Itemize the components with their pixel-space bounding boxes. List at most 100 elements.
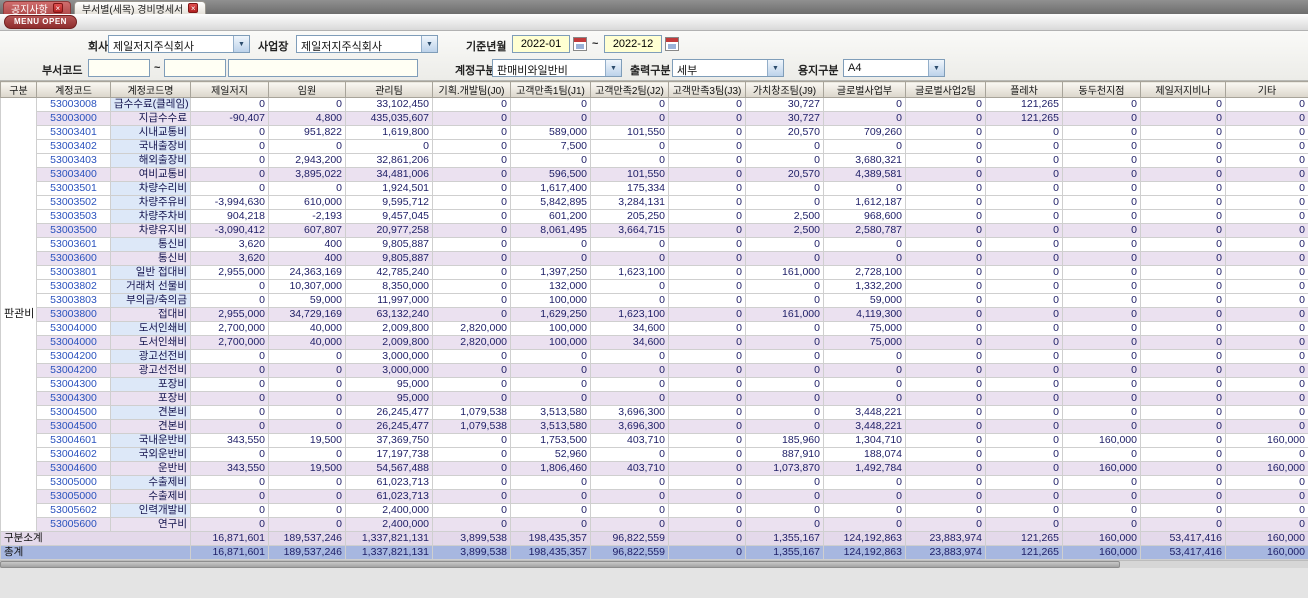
- value-cell[interactable]: 10,307,000: [268, 279, 346, 294]
- account-code-cell[interactable]: 53003500: [36, 223, 111, 238]
- account-name-cell[interactable]: 차량유지비: [110, 223, 191, 238]
- value-cell[interactable]: 3,284,131: [590, 195, 669, 210]
- value-cell[interactable]: 0: [432, 111, 511, 126]
- table-row[interactable]: 53004300 포장비 0 0 95,000 0 0 0 0 0 0 0 0 0 0 0: [1, 391, 1308, 406]
- value-cell[interactable]: 3,664,715: [590, 223, 669, 238]
- value-cell[interactable]: 0: [1140, 237, 1226, 252]
- value-cell[interactable]: 0: [823, 111, 906, 126]
- value-cell[interactable]: -2,193: [268, 209, 346, 224]
- value-cell[interactable]: 0: [668, 97, 746, 112]
- value-cell[interactable]: 0: [823, 489, 906, 504]
- value-cell[interactable]: 100,000: [510, 335, 591, 350]
- value-cell[interactable]: 0: [1225, 321, 1308, 336]
- value-cell[interactable]: 0: [1225, 223, 1308, 238]
- value-cell[interactable]: 0: [268, 475, 346, 490]
- value-cell[interactable]: 0: [510, 489, 591, 504]
- value-cell[interactable]: 0: [985, 195, 1063, 210]
- value-cell[interactable]: 0: [190, 139, 269, 154]
- value-cell[interactable]: 3,448,221: [823, 419, 906, 434]
- value-cell[interactable]: 0: [590, 517, 669, 532]
- value-cell[interactable]: 9,595,712: [345, 195, 433, 210]
- value-cell[interactable]: 0: [1062, 307, 1141, 322]
- value-cell[interactable]: 0: [190, 363, 269, 378]
- value-cell[interactable]: 0: [1062, 335, 1141, 350]
- value-cell[interactable]: 189,537,246: [268, 545, 346, 560]
- value-cell[interactable]: 0: [823, 181, 906, 196]
- account-name-cell[interactable]: 연구비: [110, 517, 191, 532]
- close-icon[interactable]: ×: [188, 3, 199, 13]
- value-cell[interactable]: 0: [985, 447, 1063, 462]
- period-to-input[interactable]: [604, 35, 662, 53]
- value-cell[interactable]: 0: [745, 293, 824, 308]
- account-code-cell[interactable]: 53003600: [36, 251, 111, 266]
- value-cell[interactable]: 0: [745, 153, 824, 168]
- value-cell[interactable]: 0: [590, 503, 669, 518]
- value-cell[interactable]: 0: [1062, 489, 1141, 504]
- value-cell[interactable]: 32,861,206: [345, 153, 433, 168]
- account-code-cell[interactable]: 53005000: [36, 475, 111, 490]
- value-cell[interactable]: 4,119,300: [823, 307, 906, 322]
- account-code-cell[interactable]: 53003008: [36, 97, 111, 112]
- account-code-cell[interactable]: 53003501: [36, 181, 111, 196]
- value-cell[interactable]: 0: [268, 419, 346, 434]
- column-header[interactable]: 제일저지비나: [1140, 81, 1226, 98]
- value-cell[interactable]: 0: [268, 349, 346, 364]
- value-cell[interactable]: 0: [905, 111, 986, 126]
- value-cell[interactable]: 0: [432, 433, 511, 448]
- value-cell[interactable]: 0: [432, 237, 511, 252]
- value-cell[interactable]: 0: [1062, 363, 1141, 378]
- table-row[interactable]: 53003402 국내출장비 0 0 0 0 7,500 0 0 0 0 0 0 0 0 0: [1, 139, 1308, 154]
- value-cell[interactable]: 0: [1225, 503, 1308, 518]
- value-cell[interactable]: 607,807: [268, 223, 346, 238]
- value-cell[interactable]: 0: [823, 475, 906, 490]
- value-cell[interactable]: 0: [668, 139, 746, 154]
- value-cell[interactable]: 0: [745, 335, 824, 350]
- value-cell[interactable]: 0: [510, 475, 591, 490]
- value-cell[interactable]: 0: [985, 181, 1063, 196]
- value-cell[interactable]: 0: [590, 489, 669, 504]
- account-code-cell[interactable]: 53003000: [36, 111, 111, 126]
- value-cell[interactable]: 0: [1140, 363, 1226, 378]
- account-code-cell[interactable]: 53004600: [36, 461, 111, 476]
- value-cell[interactable]: 0: [1140, 139, 1226, 154]
- value-cell[interactable]: 0: [432, 265, 511, 280]
- account-code-cell[interactable]: 53004000: [36, 321, 111, 336]
- table-row[interactable]: 53005000 수출제비 0 0 61,023,713 0 0 0 0 0 0 0 0 0 0 0: [1, 489, 1308, 504]
- value-cell[interactable]: 0: [745, 363, 824, 378]
- value-cell[interactable]: 0: [668, 335, 746, 350]
- value-cell[interactable]: 9,457,045: [345, 209, 433, 224]
- value-cell[interactable]: 0: [905, 237, 986, 252]
- value-cell[interactable]: 0: [745, 251, 824, 266]
- value-cell[interactable]: 0: [1062, 125, 1141, 140]
- value-cell[interactable]: 42,785,240: [345, 265, 433, 280]
- value-cell[interactable]: 0: [432, 391, 511, 406]
- table-row[interactable]: 53004300 포장비 0 0 95,000 0 0 0 0 0 0 0 0 0 0 0: [1, 377, 1308, 392]
- value-cell[interactable]: 0: [905, 517, 986, 532]
- tab-expense-report[interactable]: 부서별(세목) 경비명세서 ×: [73, 1, 207, 16]
- value-cell[interactable]: 95,000: [345, 391, 433, 406]
- value-cell[interactable]: 101,550: [590, 167, 669, 182]
- value-cell[interactable]: 4,800: [268, 111, 346, 126]
- value-cell[interactable]: 0: [1140, 475, 1226, 490]
- value-cell[interactable]: 0: [1062, 405, 1141, 420]
- value-cell[interactable]: 160,000: [1062, 531, 1141, 546]
- value-cell[interactable]: 0: [510, 111, 591, 126]
- value-cell[interactable]: 0: [1225, 377, 1308, 392]
- dept-name-field[interactable]: [228, 59, 418, 77]
- value-cell[interactable]: 0: [905, 181, 986, 196]
- value-cell[interactable]: 0: [1062, 111, 1141, 126]
- value-cell[interactable]: 0: [1140, 377, 1226, 392]
- value-cell[interactable]: 3,899,538: [432, 531, 511, 546]
- value-cell[interactable]: 904,218: [190, 209, 269, 224]
- value-cell[interactable]: 0: [905, 293, 986, 308]
- value-cell[interactable]: 0: [905, 307, 986, 322]
- value-cell[interactable]: 161,000: [745, 307, 824, 322]
- value-cell[interactable]: 0: [745, 195, 824, 210]
- value-cell[interactable]: 0: [432, 223, 511, 238]
- value-cell[interactable]: 0: [668, 531, 746, 546]
- value-cell[interactable]: 198,435,357: [510, 545, 591, 560]
- account-name-cell[interactable]: 여비교통비: [110, 167, 191, 182]
- value-cell[interactable]: 0: [668, 419, 746, 434]
- value-cell[interactable]: 0: [590, 447, 669, 462]
- value-cell[interactable]: 19,500: [268, 433, 346, 448]
